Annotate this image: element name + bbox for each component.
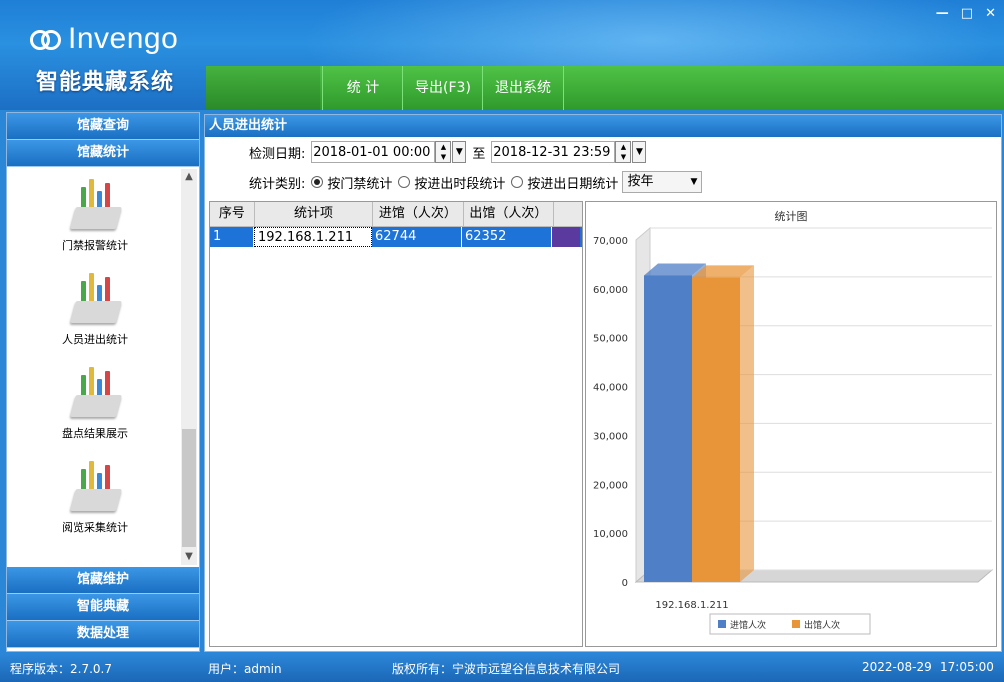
chart-icon [65, 177, 125, 233]
legend-swatch-1 [792, 620, 800, 628]
app-window: Invengo 智能典藏系统 — □ ✕ 统 计 导出(F3) 退出系统 馆藏查… [0, 0, 1004, 682]
chevron-down-icon: ▼ [690, 177, 698, 187]
time-text: 17:05:00 [940, 660, 994, 674]
table-row[interactable]: 1 192.168.1.211 62744 62352 [210, 227, 582, 247]
y-tick-label: 50,000 [593, 334, 628, 345]
date-from-spinner[interactable]: ▲ ▼ [435, 141, 452, 163]
sidebar-item-data-processing[interactable]: 数据处理 [7, 621, 199, 648]
radio-by-period[interactable] [398, 176, 411, 188]
y-tick-label: 60,000 [593, 285, 628, 296]
top-nav-lead [206, 66, 320, 110]
y-tick-label: 10,000 [593, 529, 628, 540]
legend-label-0: 进馆人次 [730, 619, 766, 631]
copyright-text: 版权所有：宁波市远望谷信息技术有限公司 [392, 662, 621, 676]
entry-inventory-results[interactable]: 盘点结果展示 [7, 365, 183, 441]
legend-swatch-0 [718, 620, 726, 628]
version-text: 程序版本：2.7.0.7 [10, 662, 112, 676]
panel-title: 人员进出统计 [205, 115, 1001, 137]
brand-name: Invengo [68, 22, 179, 55]
entry-label: 盘点结果展示 [62, 427, 128, 440]
sidebar-stats-list: 门禁报警统计 人员进出统计 盘点结果展示 阅览采集统计 ▲ ▼ [7, 169, 199, 565]
col-index[interactable]: 序号 [210, 202, 255, 226]
scroll-down-icon[interactable]: ▼ [181, 549, 197, 565]
sidebar-item-collection-stats[interactable]: 馆藏统计 [7, 140, 199, 167]
user-text: 用户：admin [208, 662, 282, 676]
date-to-spinner[interactable]: ▲ ▼ [615, 141, 632, 163]
date-label: 检测日期: [249, 146, 306, 162]
period-select-value: 按年 [627, 174, 654, 189]
date-range-row: 检测日期: 2018-01-01 00:00 ▲ ▼ ▼ 至 2018-12-31… [249, 141, 647, 163]
stats-table: 序号 统计项 进馆（人次） 出馆（人次） 1 192.168.1.211 627… [209, 201, 583, 647]
sidebar: 馆藏查询 馆藏统计 门禁报警统计 人员进出统计 盘点结果展示 阅览采集统计 ▲ … [6, 112, 200, 652]
radio-by-period-label[interactable]: 按进出时段统计 [414, 173, 505, 192]
logo: Invengo [30, 22, 178, 56]
app-header: Invengo 智能典藏系统 — □ ✕ 统 计 导出(F3) 退出系统 [0, 0, 1004, 110]
radio-by-gate-label[interactable]: 按门禁统计 [327, 173, 392, 192]
entry-label: 人员进出统计 [62, 333, 128, 346]
entry-reading-stats[interactable]: 阅览采集统计 [7, 459, 183, 535]
radio-by-date-label[interactable]: 按进出日期统计 [527, 173, 618, 192]
y-tick-label: 70,000 [593, 236, 628, 247]
y-tick-label: 0 [622, 578, 628, 589]
sidebar-footer: 馆藏维护 智能典藏 数据处理 [7, 567, 199, 648]
date-to-input[interactable]: 2018-12-31 23:59 [491, 141, 616, 163]
date-from-input[interactable]: 2018-01-01 00:00 [311, 141, 436, 163]
bar-1 [692, 277, 740, 582]
stats-chart: 统计图 0 10,000 20,000 30,000 40,000 50,000 60,000… [585, 201, 997, 647]
sidebar-scrollbar[interactable]: ▲ ▼ [181, 169, 197, 565]
chart-title: 统计图 [775, 210, 808, 223]
close-icon[interactable]: ✕ [985, 6, 996, 21]
scroll-thumb[interactable] [182, 429, 196, 547]
stat-type-label: 统计类别: [249, 176, 306, 192]
radio-by-date[interactable] [511, 176, 524, 188]
exit-button[interactable]: 退出系统 [482, 66, 564, 110]
cell-in: 62744 [372, 227, 462, 247]
chart-icon [65, 271, 125, 327]
y-tick-label: 40,000 [593, 383, 628, 394]
col-item[interactable]: 统计项 [255, 202, 374, 226]
date-text: 2022-08-29 [862, 660, 932, 674]
stat-type-row: 统计类别: 按门禁统计 按进出时段统计 按进出日期统计 按年 ▼ [249, 171, 703, 193]
export-button[interactable]: 导出(F3) [402, 66, 483, 110]
main-panel: 人员进出统计 检测日期: 2018-01-01 00:00 ▲ ▼ ▼ 至 201… [204, 114, 1002, 652]
radio-by-gate[interactable] [311, 176, 324, 188]
bar-0 [644, 275, 692, 582]
stats-button[interactable]: 统 计 [322, 66, 403, 110]
cell-filler [552, 227, 580, 247]
date-to-dropdown-icon[interactable]: ▼ [632, 141, 647, 163]
entry-label: 门禁报警统计 [62, 239, 128, 252]
bar-side-1 [740, 265, 754, 582]
cell-index: 1 [210, 227, 254, 247]
top-nav: 统 计 导出(F3) 退出系统 [206, 66, 1004, 110]
date-sep: 至 [472, 146, 486, 162]
legend-label-1: 出馆人次 [804, 619, 840, 631]
status-bar: 程序版本：2.7.0.7 用户：admin 版权所有：宁波市远望谷信息技术有限公… [0, 654, 1004, 682]
x-tick-label: 192.168.1.211 [655, 600, 728, 611]
scroll-up-icon[interactable]: ▲ [181, 169, 197, 185]
chart-icon [65, 365, 125, 421]
y-tick-label: 20,000 [593, 480, 628, 491]
date-from-dropdown-icon[interactable]: ▼ [452, 141, 467, 163]
window-controls: — □ ✕ [936, 6, 996, 21]
col-in[interactable]: 进馆（人次） [373, 202, 464, 226]
col-filler [554, 202, 582, 226]
entry-gate-alarm-stats[interactable]: 门禁报警统计 [7, 177, 183, 253]
sidebar-item-maintenance[interactable]: 馆藏维护 [7, 567, 199, 594]
maximize-icon[interactable]: □ [961, 6, 973, 21]
entry-label: 阅览采集统计 [62, 521, 128, 534]
chart-svg: 统计图 0 10,000 20,000 30,000 40,000 50,000 60,000… [593, 210, 994, 635]
system-name: 智能典藏系统 [36, 70, 175, 95]
cell-out: 62352 [462, 227, 552, 247]
invengo-logo-icon [30, 28, 61, 50]
sidebar-item-collection-query[interactable]: 馆藏查询 [7, 113, 199, 140]
period-select[interactable]: 按年 ▼ [622, 171, 703, 193]
table-header: 序号 统计项 进馆（人次） 出馆（人次） [210, 202, 582, 227]
col-out[interactable]: 出馆（人次） [464, 202, 555, 226]
cell-item: 192.168.1.211 [254, 227, 372, 247]
chart-icon [65, 459, 125, 515]
y-tick-label: 30,000 [593, 431, 628, 442]
minimize-icon[interactable]: — [936, 6, 949, 21]
sidebar-item-smart-collection[interactable]: 智能典藏 [7, 594, 199, 621]
entry-people-flow-stats[interactable]: 人员进出统计 [7, 271, 183, 347]
